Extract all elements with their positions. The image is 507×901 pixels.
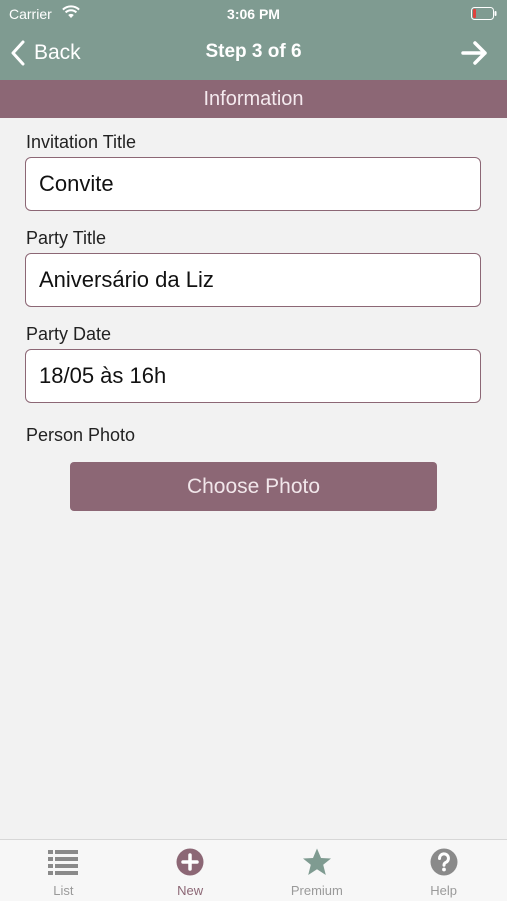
- star-icon: [302, 848, 331, 875]
- person-photo-label: Person Photo: [26, 425, 136, 445]
- nav-bar: Back Step 3 of 6: [0, 28, 507, 78]
- tab-new-label: New: [177, 883, 204, 898]
- tab-help-label: Help: [430, 883, 457, 898]
- list-icon: [48, 850, 79, 875]
- status-time: 3:06 PM: [227, 6, 280, 22]
- question-circle-icon: [430, 848, 458, 876]
- status-bar: Carrier 3:06 PM: [0, 0, 507, 28]
- back-label: Back: [34, 41, 81, 64]
- party-title-input[interactable]: [25, 253, 481, 307]
- plus-circle-icon: [176, 848, 204, 876]
- tab-premium[interactable]: Premium: [254, 840, 381, 901]
- tab-help[interactable]: Help: [380, 840, 507, 901]
- party-date-label: Party Date: [26, 324, 112, 344]
- navigation-bar: Carrier 3:06 PM Back Step 3 of 6: [0, 0, 507, 80]
- choose-photo-button[interactable]: Choose Photo: [70, 462, 437, 511]
- tab-premium-label: Premium: [290, 883, 343, 898]
- tab-list[interactable]: List: [0, 840, 127, 901]
- invitation-title-input[interactable]: [25, 157, 481, 211]
- chevron-left-icon: [11, 40, 25, 66]
- back-button[interactable]: Back: [10, 38, 81, 68]
- tab-bar: List New Premium Help: [0, 839, 507, 901]
- tab-list-label: List: [53, 883, 74, 898]
- party-date-input[interactable]: [25, 349, 481, 403]
- arrow-right-icon[interactable]: [461, 40, 489, 66]
- party-title-label: Party Title: [26, 228, 107, 248]
- tab-new[interactable]: New: [127, 840, 254, 901]
- battery-icon: [471, 7, 497, 20]
- section-header: Information: [0, 80, 507, 118]
- invitation-title-label: Invitation Title: [26, 132, 137, 152]
